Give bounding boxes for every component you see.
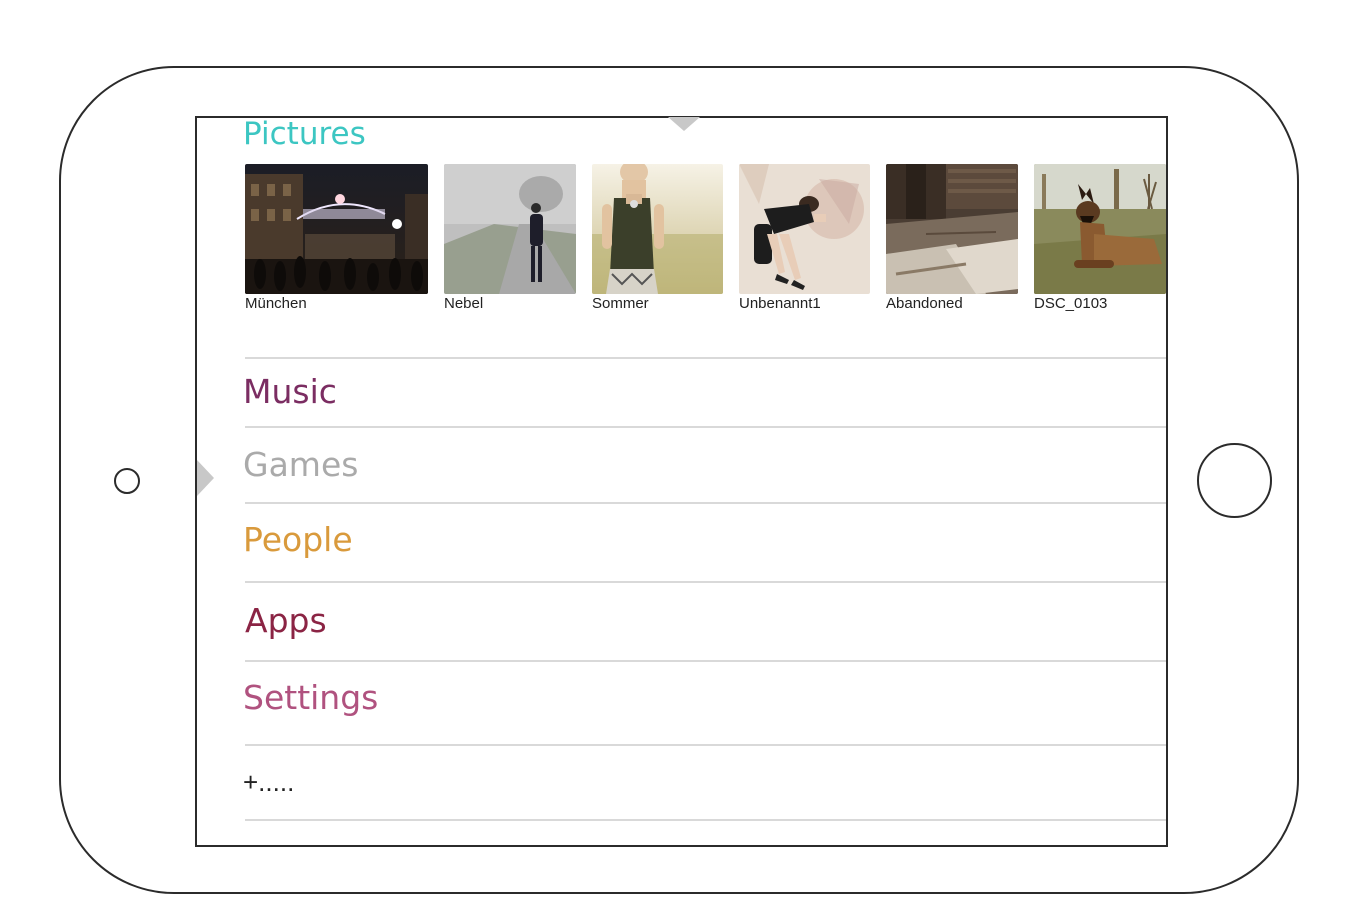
divider (245, 581, 1166, 583)
picture-label: Nebel (444, 295, 484, 312)
divider (245, 660, 1166, 662)
home-button[interactable] (1197, 443, 1272, 518)
menu-item-music[interactable]: Music (243, 370, 337, 414)
camera-icon (114, 468, 140, 494)
picture-thumbnail-dsc-0103[interactable] (1034, 164, 1166, 294)
picture-label: Sommer (592, 295, 649, 312)
divider (245, 502, 1166, 504)
divider (245, 357, 1166, 359)
picture-thumbnail-sommer[interactable] (592, 164, 723, 294)
menu-item-games[interactable]: Games (243, 443, 358, 487)
divider (245, 744, 1166, 746)
picture-thumbnail-abandoned[interactable] (886, 164, 1018, 294)
picture-thumbnail-unbenannt1[interactable] (739, 164, 870, 294)
picture-thumbnail-nebel[interactable] (444, 164, 576, 294)
selection-indicator-icon (197, 460, 214, 496)
menu-item-people[interactable]: People (243, 518, 353, 562)
divider (245, 426, 1166, 428)
picture-thumbnail-muenchen[interactable] (245, 164, 428, 294)
menu-item-apps[interactable]: Apps (245, 599, 327, 643)
picture-label: DSC_0103 (1034, 295, 1108, 312)
divider (245, 819, 1166, 821)
pull-down-indicator-icon[interactable] (668, 117, 700, 131)
pictures-section-title[interactable]: Pictures (243, 114, 366, 154)
menu-item-settings[interactable]: Settings (243, 676, 378, 720)
add-menu-item-button[interactable]: +..... (243, 764, 294, 800)
picture-label: Unbenannt1 (739, 295, 821, 312)
picture-label: München (245, 295, 307, 312)
picture-label: Abandoned (886, 295, 963, 312)
